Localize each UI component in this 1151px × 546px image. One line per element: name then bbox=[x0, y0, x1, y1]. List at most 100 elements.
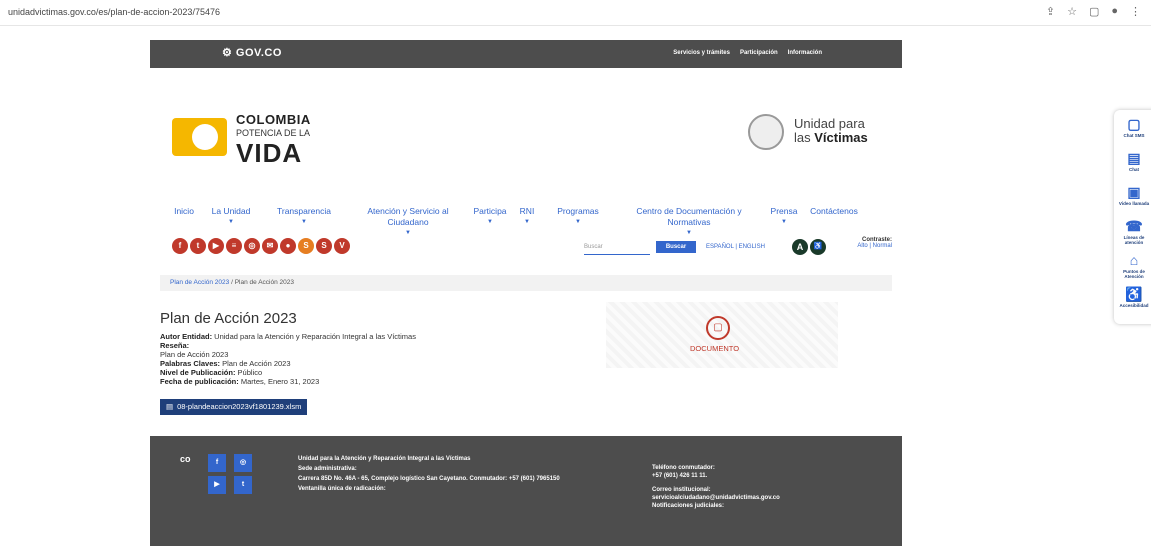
fecha-value: Martes, Enero 31, 2023 bbox=[240, 377, 320, 386]
footer-facebook-icon[interactable]: f bbox=[208, 454, 226, 472]
widget-item-4[interactable]: ⌂ Puntos de Atención bbox=[1114, 252, 1151, 279]
chevron-down-icon: ▼ bbox=[301, 219, 307, 225]
instagram-icon[interactable]: ◎ bbox=[244, 238, 260, 254]
fecha-row: Fecha de publicación: Martes, Enero 31, … bbox=[160, 377, 416, 386]
gov-link-participacion[interactable]: Participación bbox=[740, 50, 778, 56]
unidad-victimas-logo[interactable]: Unidad para las Víctimas bbox=[748, 112, 888, 152]
uv-logo-line2-a: las bbox=[794, 130, 815, 145]
nav-item-8[interactable]: Prensa ▼ bbox=[764, 206, 804, 236]
s-icon[interactable]: S bbox=[298, 238, 314, 254]
font-size-icon[interactable]: A bbox=[792, 239, 808, 255]
nav-item-label: Centro de Documentación y Normativas bbox=[636, 206, 742, 227]
uv-logo-line2-b: Víctimas bbox=[814, 130, 868, 145]
accessibility-person-icon[interactable]: ♿ bbox=[810, 239, 826, 255]
nivel-row: Nivel de Publicación: Público bbox=[160, 368, 416, 377]
nav-item-label: La Unidad bbox=[211, 206, 251, 216]
nav-item-1[interactable]: La Unidad ▼ bbox=[202, 206, 260, 236]
search-input[interactable]: Buscar bbox=[584, 241, 650, 255]
nav-item-label: RNI bbox=[519, 206, 535, 216]
autor-label: Autor Entidad: bbox=[160, 332, 213, 341]
menu-kebab-icon[interactable]: ⋮ bbox=[1130, 5, 1141, 18]
breadcrumb: Plan de Acción 2023 / Plan de Acción 202… bbox=[160, 275, 892, 291]
search-button[interactable]: Buscar bbox=[656, 241, 696, 253]
breadcrumb-current: Plan de Acción 2023 bbox=[234, 279, 294, 286]
lang-es[interactable]: ESPAÑOL bbox=[706, 244, 734, 250]
mail-icon[interactable]: ✉ bbox=[262, 238, 278, 254]
chevron-down-icon: ▼ bbox=[228, 219, 234, 225]
phone-lines-icon: ☎ bbox=[1125, 218, 1143, 234]
file-icon: ▤ bbox=[166, 402, 174, 411]
twitter-icon[interactable]: t bbox=[190, 238, 206, 254]
footer-contact-column: Teléfono conmutador: +57 (601) 426 11 11… bbox=[652, 464, 892, 510]
browser-address-bar: unidadvictimas.gov.co/es/plan-de-accion-… bbox=[0, 0, 1151, 26]
gov-top-bar: ⚙ GOV.CO Servicios y trámites Participac… bbox=[150, 40, 902, 68]
autor-value: Unidad para la Atención y Reparación Int… bbox=[214, 332, 416, 341]
browser-toolbar-icons: ⇪ ☆ ▢ ● ⋮ bbox=[1046, 5, 1141, 18]
widget-item-label: Chat bbox=[1129, 167, 1139, 172]
footer-correo-value[interactable]: servicioalciudadano@unidadvictimas.gov.c… bbox=[652, 494, 892, 502]
language-switch: ESPAÑOL | ENGLISH bbox=[706, 244, 765, 250]
nav-item-label: Contáctenos bbox=[810, 206, 858, 216]
footer-youtube-icon[interactable]: ▶ bbox=[208, 476, 226, 494]
nav-item-5[interactable]: RNI ▼ bbox=[512, 206, 542, 236]
nivel-value: Público bbox=[237, 368, 263, 377]
contrast-normal[interactable]: Normal bbox=[873, 243, 892, 249]
widget-item-5[interactable]: ♿ Accesibilidad bbox=[1114, 286, 1151, 308]
widget-item-label: Líneas de atención bbox=[1123, 235, 1145, 245]
nav-item-2[interactable]: Transparencia ▼ bbox=[260, 206, 348, 236]
file-download-button[interactable]: ▤ 08-plandeaccion2023vf1801239.xlsm bbox=[160, 399, 308, 415]
youtube-icon[interactable]: ▶ bbox=[208, 238, 224, 254]
document-metadata: Autor Entidad: Unidad para la Atención y… bbox=[160, 332, 416, 386]
document-image-label: DOCUMENTO bbox=[690, 344, 740, 353]
widget-item-3[interactable]: ☎ Líneas de atención bbox=[1114, 218, 1151, 245]
gov-link-informacion[interactable]: Información bbox=[788, 50, 822, 56]
palabras-row: Palabras Claves: Plan de Acción 2023 bbox=[160, 359, 416, 368]
chat-icon: ▤ bbox=[1127, 150, 1141, 166]
gov-link-servicios[interactable]: Servicios y trámites bbox=[673, 50, 730, 56]
uv-logo-line1: Unidad para bbox=[794, 116, 865, 131]
widget-item-label: Puntos de Atención bbox=[1123, 269, 1145, 279]
chevron-down-icon: ▼ bbox=[405, 230, 411, 236]
sidepanel-icon[interactable]: ▢ bbox=[1089, 5, 1099, 18]
share-icon[interactable]: ⇪ bbox=[1046, 5, 1055, 18]
facebook-icon[interactable]: f bbox=[172, 238, 188, 254]
govco-logo[interactable]: ⚙ GOV.CO bbox=[222, 46, 282, 59]
contact-widget: ▢ Chat SMS ▤ Chat ▣ Video llamada ☎ Líneas de a… bbox=[1114, 110, 1151, 324]
nav-item-9[interactable]: Contáctenos bbox=[804, 206, 864, 236]
map-points-icon: ⌂ bbox=[1129, 252, 1139, 268]
nav-item-6[interactable]: Programas ▼ bbox=[542, 206, 614, 236]
document-thumbnail: ▢ DOCUMENTO bbox=[606, 302, 838, 368]
nav-item-7[interactable]: Centro de Documentación y Normativas ▼ bbox=[614, 206, 764, 236]
nav-item-label: Atención y Servicio al Ciudadano bbox=[367, 206, 449, 227]
nav-item-label: Prensa bbox=[770, 206, 798, 216]
v-icon[interactable]: V bbox=[334, 238, 350, 254]
star-icon[interactable]: ☆ bbox=[1067, 5, 1077, 18]
url-text[interactable]: unidadvictimas.gov.co/es/plan-de-accion-… bbox=[8, 7, 220, 17]
s2-icon[interactable]: S bbox=[316, 238, 332, 254]
chevron-down-icon: ▼ bbox=[686, 230, 692, 236]
colombia-logo-line3: VIDA bbox=[236, 138, 303, 168]
spotify-icon[interactable]: ≡ bbox=[226, 238, 242, 254]
profile-icon[interactable]: ● bbox=[1111, 5, 1118, 18]
colombia-logo[interactable]: COLOMBIA POTENCIA DE LA VIDA bbox=[172, 108, 332, 168]
widget-item-0[interactable]: ▢ Chat SMS bbox=[1114, 116, 1151, 138]
breadcrumb-link[interactable]: Plan de Acción 2023 bbox=[170, 279, 229, 286]
footer-instagram-icon[interactable]: ◎ bbox=[234, 454, 252, 472]
footer-twitter-icon[interactable]: t bbox=[234, 476, 252, 494]
footer: co f ◎ ▶ t Unidad para la Atención y Rep… bbox=[150, 436, 902, 546]
widget-item-2[interactable]: ▣ Video llamada bbox=[1114, 184, 1151, 206]
chevron-down-icon: ▼ bbox=[781, 219, 787, 225]
palabras-label: Palabras Claves: bbox=[160, 359, 221, 368]
govco-logo-text: GOV.CO bbox=[235, 47, 282, 59]
chevron-down-icon: ▼ bbox=[524, 219, 530, 225]
contrast-high[interactable]: Alto bbox=[857, 243, 867, 249]
nav-item-3[interactable]: Atención y Servicio al Ciudadano ▼ bbox=[348, 206, 468, 236]
nav-item-0[interactable]: Inicio bbox=[166, 206, 202, 236]
widget-item-1[interactable]: ▤ Chat bbox=[1114, 150, 1151, 172]
header-banner: COLOMBIA POTENCIA DE LA VIDA Unidad para… bbox=[150, 68, 902, 208]
app-icon[interactable]: ● bbox=[280, 238, 296, 254]
video-call-icon: ▣ bbox=[1127, 184, 1141, 200]
lang-en[interactable]: ENGLISH bbox=[739, 244, 765, 250]
nav-item-4[interactable]: Participa ▼ bbox=[468, 206, 512, 236]
footer-org: Unidad para la Atención y Reparación Int… bbox=[298, 456, 471, 462]
